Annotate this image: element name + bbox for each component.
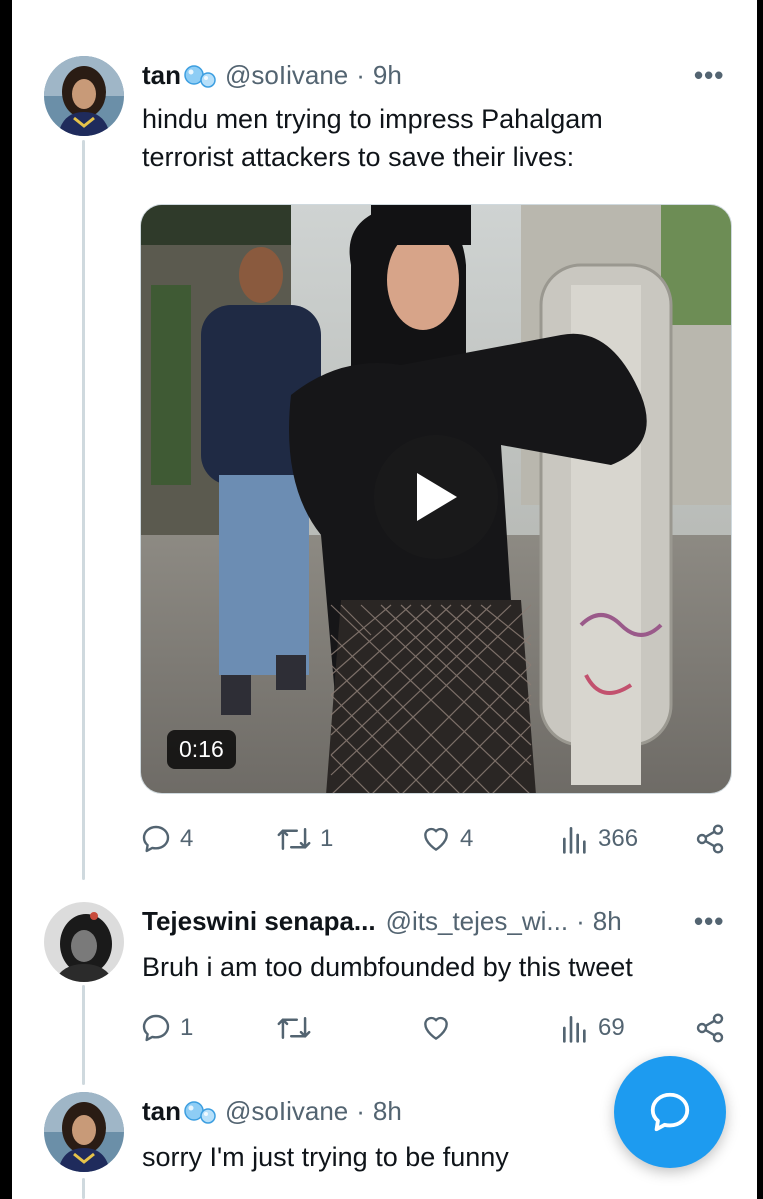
share-button[interactable] [694,1012,726,1044]
tweet-text-line: hindu men trying to impress Pahalgam [142,104,603,134]
video-duration: 0:16 [167,730,236,769]
tweet-text: hindu men trying to impress Pahalgam ter… [142,100,603,176]
verified-bubble-icon [183,1099,219,1125]
like-count: 4 [460,825,474,852]
avatar[interactable] [44,56,124,136]
views-button[interactable]: 366 [560,823,638,855]
video-media[interactable]: 0:16 [140,204,732,794]
tweet-header: tan @soIivane · 9h [142,60,402,91]
tweet-text-line: terrorist attackers to save their lives: [142,142,575,172]
avatar[interactable] [44,1092,124,1172]
timestamp[interactable]: 8h [593,906,622,937]
app-frame: tan @soIivane · 9h ••• hindu men trying … [0,0,763,1199]
views-icon [563,827,586,854]
play-button[interactable] [374,435,498,559]
share-icon [696,824,724,854]
screen-edge-left [0,0,12,1199]
thread-line [82,985,85,1085]
screen-edge-right [757,0,763,1199]
separator-dot: · [356,1096,365,1126]
views-icon [563,1016,586,1043]
reply-icon [142,1014,170,1042]
reply-header: tan @soIivane · 8h [142,1096,402,1127]
repost-icon [277,1017,311,1039]
avatar[interactable] [44,902,124,982]
thread-line [82,1178,85,1199]
separator-dot: · [356,60,365,90]
reply-header: Tejeswini senapa... @its_tejes_wi... · 8… [142,906,622,937]
timestamp[interactable]: 9h [373,60,402,91]
handle[interactable]: @soIivane [225,60,348,91]
like-button[interactable]: 4 [420,823,473,855]
views-button[interactable]: 69 [560,1012,625,1044]
reply-text: sorry I'm just trying to be funny [142,1142,509,1172]
like-icon [424,1016,448,1040]
more-icon[interactable]: ••• [694,906,724,937]
display-name[interactable]: Tejeswini senapa... [142,906,376,937]
reply-icon [142,825,170,853]
repost-icon [277,828,311,850]
reply-count: 1 [180,1014,194,1041]
repost-button[interactable]: 1 [276,823,333,855]
display-name[interactable]: tan [142,1096,181,1127]
reply-button[interactable]: 4 [140,823,193,855]
like-icon [424,827,448,851]
separator-dot: · [576,906,585,936]
handle[interactable]: @soIivane [225,1096,348,1127]
more-icon[interactable]: ••• [694,60,724,91]
timestamp[interactable]: 8h [373,1096,402,1127]
repost-count: 1 [320,825,334,852]
compose-reply-icon [650,1092,690,1132]
reply-text: Bruh i am too dumbfounded by this tweet [142,952,633,982]
display-name[interactable]: tan [142,60,181,91]
compose-reply-button[interactable] [614,1056,726,1168]
reply-button[interactable]: 1 [140,1012,193,1044]
verified-bubble-icon [183,63,219,89]
views-count: 69 [598,1014,625,1041]
reply-count: 4 [180,825,194,852]
share-icon [696,1013,724,1043]
repost-button[interactable] [276,1012,320,1044]
views-count: 366 [598,825,639,852]
share-button[interactable] [694,823,726,855]
play-icon [417,473,457,521]
like-button[interactable] [420,1012,460,1044]
handle[interactable]: @its_tejes_wi... [386,906,568,937]
thread-line [82,140,85,880]
